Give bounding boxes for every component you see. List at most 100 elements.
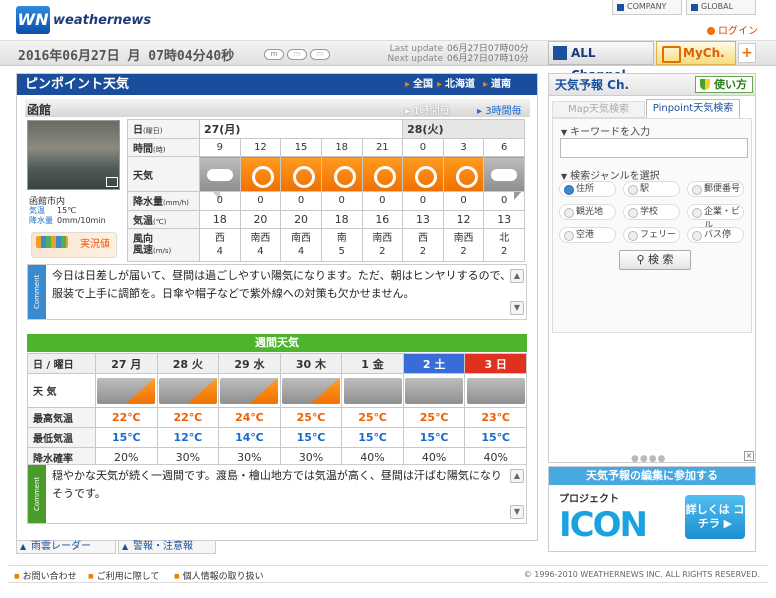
scroll-up-icon[interactable]: ▲: [510, 469, 524, 483]
week-day-cell: 28 火: [156, 353, 220, 374]
weekly-low-row: 最低気温 15℃ 12℃ 14℃ 15℃ 15℃ 15℃ 15℃: [27, 427, 527, 448]
hour-cell: 0: [402, 137, 444, 158]
region-link-hokkaido[interactable]: 北海道: [437, 74, 475, 95]
contact-link[interactable]: お問い合わせ: [14, 569, 77, 582]
weather-cell: [361, 156, 404, 193]
promo-icon-logo: ICON: [559, 505, 648, 545]
obs-rain-label: 降水量: [29, 216, 53, 225]
genre-radio-school[interactable]: 学校: [623, 204, 680, 220]
howto-button[interactable]: 使い方: [695, 76, 753, 93]
search-icon: ⚲: [636, 253, 645, 266]
cloud-sun-icon: [220, 377, 279, 404]
close-icon[interactable]: ×: [744, 451, 754, 461]
mych-button[interactable]: MyCh.: [656, 41, 736, 65]
rain-cell: 0: [483, 191, 525, 211]
login-link[interactable]: ログイン: [707, 22, 758, 37]
city-name: 函館: [27, 103, 52, 117]
company-link[interactable]: COMPANY: [612, 0, 682, 15]
genre-radio-station[interactable]: 駅: [623, 181, 680, 197]
scroll-down-icon[interactable]: ▼: [510, 505, 524, 519]
wind-cell: 南西 4: [280, 228, 322, 262]
rain-cell: 0: [361, 191, 404, 211]
genre-radio-airport[interactable]: 空港: [559, 227, 616, 243]
logo-text[interactable]: weathernews: [53, 13, 151, 28]
expand-icon[interactable]: [106, 177, 118, 187]
cloud-icon: [203, 163, 237, 185]
obs-rain-value: 0mm/10min: [57, 216, 106, 225]
genre-radio-sightseeing[interactable]: 観光地: [559, 204, 616, 220]
font-size-small[interactable]: m: [264, 49, 284, 60]
project-icon-banner[interactable]: 天気予報の編集に参加する プロジェクト ICON 詳しくは コチラ ▶: [548, 466, 756, 552]
tab-strip: [25, 99, 530, 117]
high-cell: 25℃: [279, 407, 343, 428]
promo-details-button[interactable]: 詳しくは コチラ ▶: [685, 495, 745, 539]
comment-box-week: Comment 穏やかな天気が続く一週間です。渡島・檜山地方では気温が高く、昼間…: [27, 464, 527, 524]
high-cell: 24℃: [218, 407, 281, 428]
global-link[interactable]: GLOBAL: [686, 0, 756, 15]
weather-cell: [442, 156, 485, 193]
search-button[interactable]: ⚲ 検 索: [619, 250, 691, 270]
wind-cell: 南西 2: [361, 228, 404, 262]
sun-icon: [284, 163, 318, 189]
high-cell: 22℃: [156, 407, 220, 428]
search-button-label: 検 索: [648, 253, 674, 266]
cloud-icon: [466, 377, 525, 404]
rain-radar-link[interactable]: 雨雲レーダー: [16, 540, 116, 554]
keyword-input[interactable]: [560, 138, 748, 158]
forecast-channel-sidebar: 天気予報 Ch. 使い方 Map天気検索 Pinpoint天気検索 キーワードを…: [548, 73, 756, 464]
low-cell: 15℃: [95, 427, 158, 448]
tab-1-hour[interactable]: ▸ 1時間毎: [405, 102, 450, 117]
live-camera-image[interactable]: [27, 120, 120, 190]
tab-map-search[interactable]: Map天気検索: [552, 101, 645, 118]
weather-cell: [199, 156, 241, 193]
low-cell: 15℃: [341, 427, 404, 448]
wind-cell: 北2: [483, 228, 525, 262]
temp-cell: 18: [199, 209, 241, 230]
label-rain: 降水量(mm/h): [127, 191, 200, 211]
rain-cell: 0: [402, 191, 444, 211]
rain-cell: 0: [280, 191, 322, 211]
genre-radio-company[interactable]: 企業・ビル: [687, 204, 744, 231]
warnings-link[interactable]: 警報・注意報: [118, 540, 216, 554]
low-cell: 15℃: [279, 427, 343, 448]
all-channel-button[interactable]: ALL Channel: [548, 41, 654, 82]
scroll-up-icon[interactable]: ▲: [510, 269, 524, 283]
terms-link[interactable]: ご利用に際して: [88, 569, 160, 582]
low-cell: 15℃: [464, 427, 527, 448]
region-link-donan[interactable]: 道南: [483, 74, 511, 95]
label-temp: 気温(℃): [127, 209, 200, 230]
font-size-medium[interactable]: m: [287, 49, 307, 60]
comment-label: Comment: [28, 265, 46, 319]
wind-cell: 西2: [402, 228, 444, 262]
genre-radio-postcode[interactable]: 郵便番号: [687, 181, 744, 197]
scroll-down-icon[interactable]: ▼: [510, 301, 524, 315]
genre-radio-address[interactable]: 住所: [559, 181, 616, 197]
wind-speed: 2: [460, 246, 467, 258]
temp-cell: 18: [320, 209, 363, 230]
pinpoint-panel: ピンポイント天気 全国 北海道 道南 函館 ▸ 1時間毎 ▸ 3時間毎 函館市内…: [16, 73, 538, 541]
label-week-low: 最低気温: [27, 427, 96, 448]
tab-pinpoint-search[interactable]: Pinpoint天気検索: [646, 99, 740, 118]
hourly-rain-row: 降水量(mm/h) 0 0 0 0 0 0 0 0: [127, 191, 525, 211]
wind-speed: 5: [338, 246, 345, 258]
genre-radio-ferry[interactable]: フェリー: [623, 227, 680, 243]
weathernews-logo[interactable]: WN: [16, 6, 50, 34]
temp-cell: 16: [361, 209, 404, 230]
temp-cell: 20: [280, 209, 322, 230]
cloud-sun-icon: [281, 377, 340, 404]
hour-cell: 18: [320, 137, 363, 158]
pager-dots[interactable]: ●●●●: [631, 454, 666, 464]
genre-radio-busstop[interactable]: バス停: [687, 227, 744, 243]
live-data-button[interactable]: 実況値: [31, 232, 117, 258]
tab-3-hour-label: 3時間毎: [485, 106, 522, 117]
week-weather-cell: [156, 373, 220, 408]
wind-speed: 2: [501, 246, 508, 258]
week-weather-cell: [95, 373, 158, 408]
tab-3-hour[interactable]: ▸ 3時間毎: [477, 102, 522, 117]
privacy-link[interactable]: 個人情報の取り扱い: [174, 569, 264, 582]
add-channel-button[interactable]: +: [738, 43, 756, 63]
promo-title: 天気予報の編集に参加する: [549, 467, 755, 485]
region-link-japan[interactable]: 全国: [405, 74, 433, 95]
font-size-large[interactable]: m: [310, 49, 330, 60]
hour-cell: 9: [199, 137, 241, 158]
